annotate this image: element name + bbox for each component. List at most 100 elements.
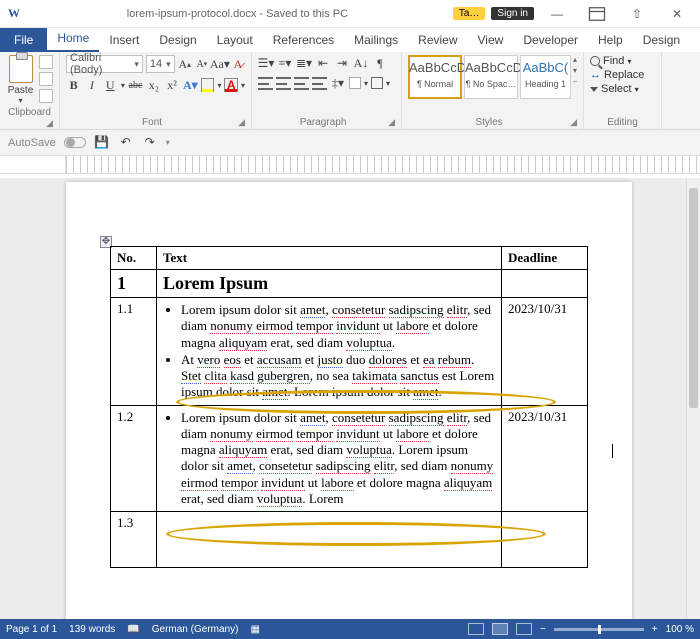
cell-1-3-no[interactable]: 1.3 [111,512,157,568]
select-button[interactable]: Select ▾ [590,83,655,95]
cell-1-2-text[interactable]: Lorem ipsum dolor sit amet, consetetur s… [157,405,502,512]
sign-in-button[interactable]: Sign in [491,7,534,20]
clipboard-dialog-launcher[interactable]: ◢ [46,118,53,129]
paste-button[interactable]: Paste ▾ [6,55,35,105]
close-button[interactable]: ✕ [660,4,694,24]
list-item[interactable]: At vero eos et accusam et justo duo dolo… [181,352,495,401]
tab-references[interactable]: References [263,28,344,52]
clear-format-button[interactable]: A̷ [231,56,245,72]
style-normal[interactable]: AaBbCcDc¶ Normal [408,55,462,99]
cell-1-1-dl[interactable]: 2023/10/31 [502,298,588,406]
font-name-combo[interactable]: Calibri (Body)▾ [66,55,143,73]
tab-mailings[interactable]: Mailings [344,28,408,52]
numbering-button[interactable]: ≡▾ [277,55,293,71]
font-dialog-launcher[interactable]: ◢ [238,117,245,128]
zoom-out-button[interactable]: − [540,624,546,635]
italic-button[interactable]: I [84,77,99,93]
zoom-in-button[interactable]: + [652,624,658,635]
justify-button[interactable] [312,77,327,90]
tab-developer[interactable]: Developer [513,28,588,52]
styles-expand[interactable]: ⎯ [573,77,577,87]
cell-1-text[interactable]: Lorem Ipsum [157,270,502,298]
save-button[interactable]: 💾 [94,135,110,151]
cell-1-3-dl[interactable] [502,512,588,568]
tab-help[interactable]: Help [588,28,633,52]
borders-button[interactable] [371,77,383,89]
replace-button[interactable]: ↔Replace [590,69,655,81]
ribbon-options-icon[interactable] [580,4,614,24]
header-text[interactable]: Text [157,247,502,270]
bullets-button[interactable]: ☰▾ [258,55,274,71]
undo-button[interactable]: ↶ [118,135,134,151]
cut-button[interactable] [39,55,53,69]
grow-font-button[interactable]: A▴ [178,56,192,72]
align-left-button[interactable] [258,77,273,90]
table-tools-pill[interactable]: Ta… [453,7,486,20]
status-language[interactable]: German (Germany) [152,624,239,635]
cell-1-2-dl[interactable]: 2023/10/31 [502,405,588,512]
styles-scroll-down[interactable]: ▾ [573,66,577,75]
change-case-button[interactable]: Aa▾ [212,56,228,72]
status-page[interactable]: Page 1 of 1 [6,624,57,635]
strike-button[interactable]: abc [128,77,143,93]
redo-button[interactable]: ↷ [142,135,158,151]
list-item[interactable]: Lorem ipsum dolor sit amet, consetetur s… [181,410,495,508]
cell-1-1-no[interactable]: 1.1 [111,298,157,406]
view-web-button[interactable] [516,623,532,635]
view-read-button[interactable] [468,623,484,635]
show-marks-button[interactable]: ¶ [372,55,388,71]
cell-1-dl[interactable] [502,270,588,298]
multilevel-button[interactable]: ≣▾ [296,55,312,71]
tab-view[interactable]: View [468,28,514,52]
styles-dialog-launcher[interactable]: ◢ [570,117,577,128]
document-table[interactable]: No. Text Deadline 1 Lorem Ipsum 1.1 Lore… [110,246,588,568]
document-area[interactable]: ✥ No. Text Deadline 1 Lorem Ipsum 1.1 Lo… [0,178,686,619]
style-heading1[interactable]: AaBbC(Heading 1 [520,55,571,99]
status-words[interactable]: 139 words [69,624,115,635]
text-effects-button[interactable]: A▾ [183,77,198,93]
cell-1-2-no[interactable]: 1.2 [111,405,157,512]
cell-1-no[interactable]: 1 [111,270,157,298]
scroll-thumb[interactable] [689,188,698,408]
tab-file[interactable]: File [0,28,47,52]
status-macro-icon[interactable]: ▦ [250,624,259,635]
increase-indent-button[interactable]: ⇥ [334,55,350,71]
highlight-button[interactable] [201,78,214,92]
zoom-value[interactable]: 100 % [666,624,694,635]
styles-scroll-up[interactable]: ▴ [573,55,577,64]
tab-table-design[interactable]: Design [633,28,690,52]
paragraph-dialog-launcher[interactable]: ◢ [388,117,395,128]
zoom-slider[interactable] [554,628,644,631]
header-no[interactable]: No. [111,247,157,270]
tab-design[interactable]: Design [149,28,206,52]
bold-button[interactable]: B [66,77,81,93]
subscript-button[interactable]: x₂ [146,77,161,93]
list-item[interactable]: Lorem ipsum dolor sit amet, consetetur s… [181,302,495,351]
align-right-button[interactable] [294,77,309,90]
share-button[interactable]: ⇧ [620,4,654,24]
font-color-button[interactable]: A [224,78,237,92]
vertical-scrollbar[interactable] [686,178,700,619]
autosave-toggle[interactable] [64,137,86,148]
superscript-button[interactable]: x² [164,77,179,93]
align-center-button[interactable] [276,77,291,90]
decrease-indent-button[interactable]: ⇤ [315,55,331,71]
page[interactable]: ✥ No. Text Deadline 1 Lorem Ipsum 1.1 Lo… [66,182,632,619]
horizontal-ruler[interactable] [0,156,700,174]
tab-insert[interactable]: Insert [99,28,149,52]
style-nospacing[interactable]: AaBbCcDc¶ No Spac… [464,55,518,99]
shrink-font-button[interactable]: A▾ [195,56,209,72]
tab-review[interactable]: Review [408,28,467,52]
cell-1-3-text[interactable] [157,512,502,568]
tab-home[interactable]: Home [47,26,99,52]
minimize-button[interactable]: ― [540,4,574,24]
font-size-combo[interactable]: 14▾ [146,55,175,73]
tab-table-layout[interactable]: Layout [690,28,700,52]
status-proofing-icon[interactable]: 📖 [127,624,139,635]
find-button[interactable]: Find ▾ [590,55,655,67]
header-deadline[interactable]: Deadline [502,247,588,270]
view-print-button[interactable] [492,623,508,635]
shading-button[interactable] [349,77,361,89]
line-spacing-button[interactable]: ‡▾ [330,75,346,91]
qat-more[interactable]: ▾ [166,138,170,147]
